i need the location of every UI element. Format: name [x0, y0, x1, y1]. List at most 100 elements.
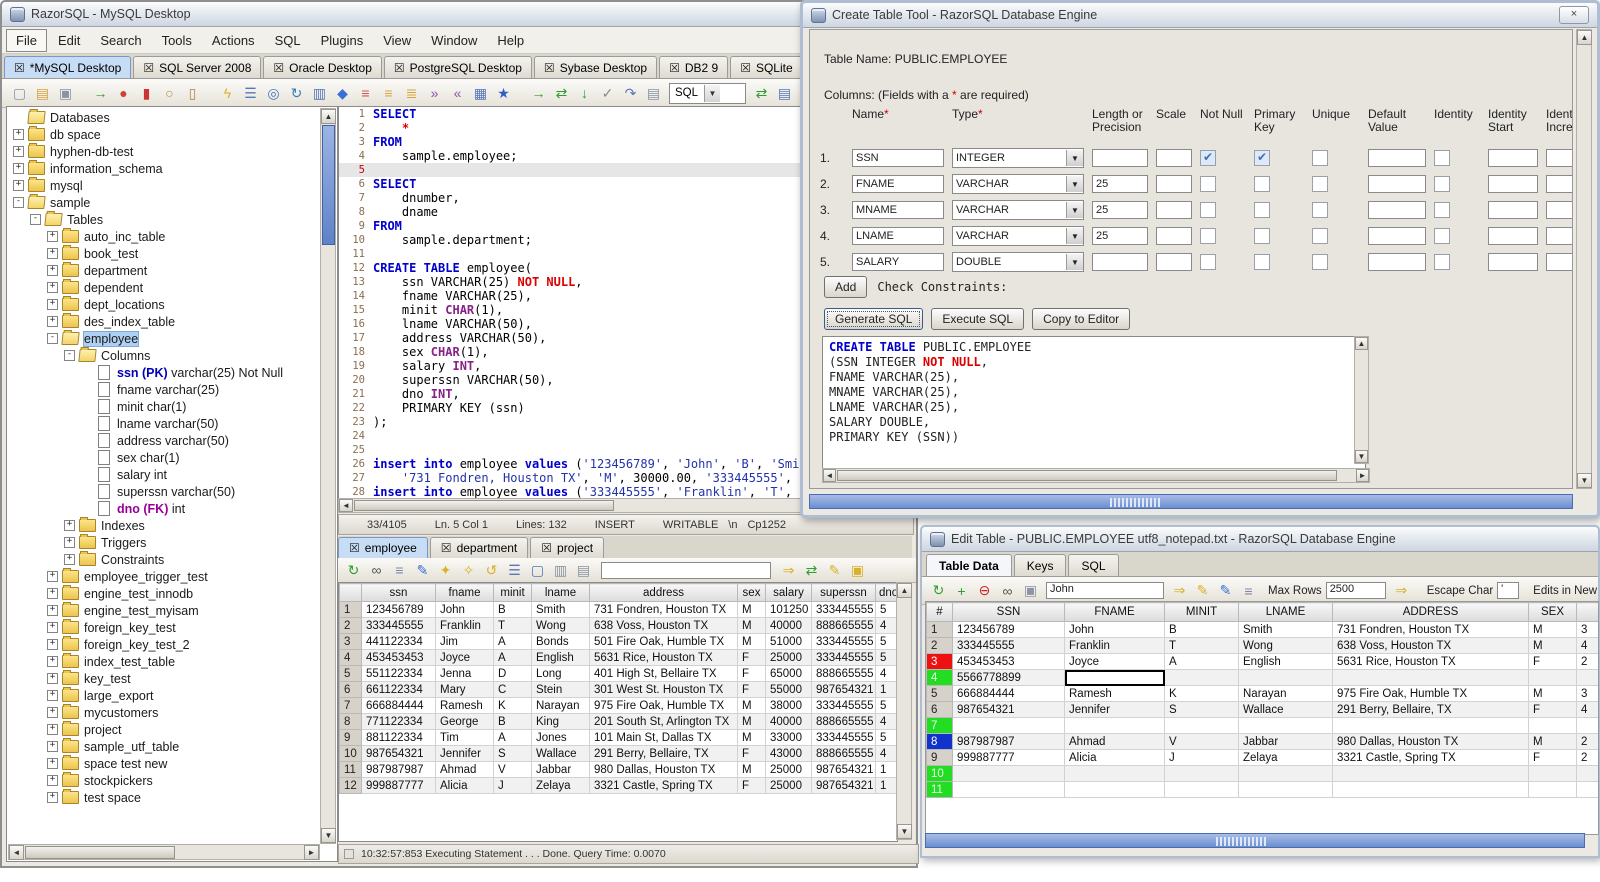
validate-check-icon[interactable]: ✓	[597, 83, 618, 104]
cell[interactable]: 980 Dallas, Houston TX	[589, 761, 738, 778]
cell[interactable]	[1528, 669, 1577, 686]
cell[interactable]	[952, 717, 1065, 734]
tree-item-foreign-key-test-2[interactable]: + foreign_key_test_2	[7, 636, 320, 653]
tab-close-icon[interactable]: ☒	[541, 542, 552, 554]
table-row[interactable]: 2 333445555 Franklin T Wong 638 Voss, Houston…	[339, 617, 897, 634]
indent-icon[interactable]: »	[424, 83, 445, 104]
row-number[interactable]: 7	[339, 697, 362, 714]
cell[interactable]: 888665555	[811, 665, 876, 682]
row-number[interactable]: 9	[339, 729, 362, 746]
cell[interactable]: 5631 Rice, Houston TX	[1332, 653, 1529, 670]
edit-results-icon[interactable]: ✎	[824, 560, 845, 581]
row-number[interactable]: 11	[926, 781, 953, 798]
filter-icon[interactable]: ≡	[1238, 580, 1259, 601]
cell[interactable]: T	[493, 617, 532, 634]
primary-key-checkbox[interactable]: ✔	[1254, 150, 1270, 166]
scroll-down-icon[interactable]: ▼	[1355, 450, 1368, 463]
chevron-down-icon[interactable]: ▼	[1066, 254, 1083, 270]
cell[interactable]: 3	[1576, 621, 1598, 638]
tab-close-icon[interactable]: ☒	[544, 62, 555, 74]
expand-icon[interactable]: +	[47, 792, 58, 803]
copy-table-icon[interactable]: ▥	[309, 83, 330, 104]
cell[interactable]: A	[1164, 653, 1239, 670]
table-row[interactable]: 8 771122334 George B King 201 South St, Arlin…	[339, 713, 897, 730]
chevron-down-icon[interactable]: ▼	[1066, 176, 1083, 192]
menu-edit[interactable]: Edit	[49, 30, 89, 51]
row-number[interactable]: 3	[926, 653, 953, 670]
export-refresh-icon[interactable]: ⇄	[801, 560, 822, 581]
cell[interactable]: 666884444	[361, 697, 436, 714]
default-value-input[interactable]	[1368, 149, 1426, 167]
cell[interactable]: Narayan	[1238, 685, 1333, 702]
cell[interactable]: Jim	[435, 633, 494, 650]
cell[interactable]: Smith	[1238, 621, 1333, 638]
cell[interactable]: 123456789	[952, 621, 1065, 638]
cell[interactable]	[1332, 717, 1529, 734]
results-grid-icon[interactable]: ▤	[774, 83, 795, 104]
cell[interactable]: 666884444	[952, 685, 1065, 702]
identity-increment-input[interactable]	[1546, 175, 1572, 193]
expand-icon[interactable]: +	[13, 146, 24, 157]
multi-db-exec-icon[interactable]: ⇄	[751, 83, 772, 104]
row-number[interactable]: 8	[339, 713, 362, 730]
cell[interactable]: S	[1164, 701, 1239, 718]
table-row[interactable]: 3 453453453 Joyce A English 5631 Rice, Housto…	[926, 653, 1598, 670]
keys-icon[interactable]: ✧	[458, 560, 479, 581]
cell[interactable]: F	[737, 665, 766, 682]
window-icon[interactable]: ▢	[527, 560, 548, 581]
cell[interactable]	[1164, 669, 1239, 686]
cell[interactable]: Narayan	[531, 697, 590, 714]
column-header[interactable]: ssn	[361, 583, 436, 602]
cell[interactable]: A	[493, 649, 532, 666]
cell[interactable]: 5566778899	[952, 669, 1065, 686]
cell[interactable]: King	[531, 713, 590, 730]
cell[interactable]: J	[1164, 749, 1239, 766]
tree-item-stockpickers[interactable]: + stockpickers	[7, 772, 320, 789]
cell[interactable]: F	[737, 745, 766, 762]
cell[interactable]: F	[737, 777, 766, 794]
edit-table[interactable]: # SSN FNAME MINIT LNAME ADDRESS SEX 1 123456789 J…	[926, 602, 1598, 798]
table-row[interactable]: 12 999887777 Alicia J Zelaya 3321 Castle, Spr…	[339, 777, 897, 794]
identity-checkbox[interactable]	[1434, 202, 1450, 218]
cell[interactable]: 987654321	[811, 777, 876, 794]
key-nav-icon[interactable]: ✦	[435, 560, 456, 581]
cell[interactable]: 888665555	[811, 617, 876, 634]
tree-item-minit-char-1-[interactable]: minit char(1)	[7, 398, 320, 415]
cell[interactable]: Wallace	[531, 745, 590, 762]
table-generator-icon[interactable]: ▦	[470, 83, 491, 104]
table-row[interactable]: 3 441122334 Jim A Bonds 501 Fire Oak, Humble …	[339, 633, 897, 650]
tree-item-hyphen-db-test[interactable]: + hyphen-db-test	[7, 143, 320, 160]
cell[interactable]: Jones	[531, 729, 590, 746]
sql-hscroll-thumb[interactable]	[837, 470, 1337, 481]
row-number[interactable]: 6	[926, 701, 953, 718]
scroll-up-icon[interactable]: ▲	[1355, 337, 1368, 350]
expand-icon[interactable]: +	[47, 299, 58, 310]
tree-item-des-index-table[interactable]: + des_index_table	[7, 313, 320, 330]
connection-list-icon[interactable]: ▯	[182, 83, 203, 104]
table-row[interactable]: 11	[926, 781, 1598, 798]
column-header[interactable]: ADDRESS	[1332, 602, 1529, 622]
table-row[interactable]: 7 666884444 Ramesh K Narayan 975 Fire Oak, Hu…	[339, 697, 897, 714]
tree-item-indexes[interactable]: + Indexes	[7, 517, 320, 534]
reload-icon[interactable]: ⇄	[551, 83, 572, 104]
cell[interactable]: M	[1528, 637, 1577, 654]
cell[interactable]: M	[737, 697, 766, 714]
not-null-checkbox[interactable]	[1200, 254, 1216, 270]
cell[interactable]: 4	[875, 713, 897, 730]
cell[interactable]: F	[1528, 701, 1577, 718]
editor-hscroll-thumb[interactable]	[354, 500, 614, 511]
tree-item-key-test[interactable]: + key_test	[7, 670, 320, 687]
new-file-icon[interactable]: ▢	[9, 83, 30, 104]
expand-icon[interactable]: +	[47, 316, 58, 327]
cell[interactable]: 731 Fondren, Houston TX	[589, 601, 738, 618]
cell[interactable]: 1	[875, 681, 897, 698]
expand-icon[interactable]: +	[13, 163, 24, 174]
row-number[interactable]: 2	[926, 637, 953, 654]
identity-start-input[interactable]	[1488, 227, 1538, 245]
cell[interactable]: Jennifer	[435, 745, 494, 762]
paste-doc-icon[interactable]: ▤	[643, 83, 664, 104]
tree-item-constraints[interactable]: + Constraints	[7, 551, 320, 568]
connection-tab-sqlite[interactable]: ☒ SQLite	[730, 56, 803, 78]
cell[interactable]: 987654321	[952, 701, 1065, 718]
format-sql-icon[interactable]: ≡	[378, 83, 399, 104]
